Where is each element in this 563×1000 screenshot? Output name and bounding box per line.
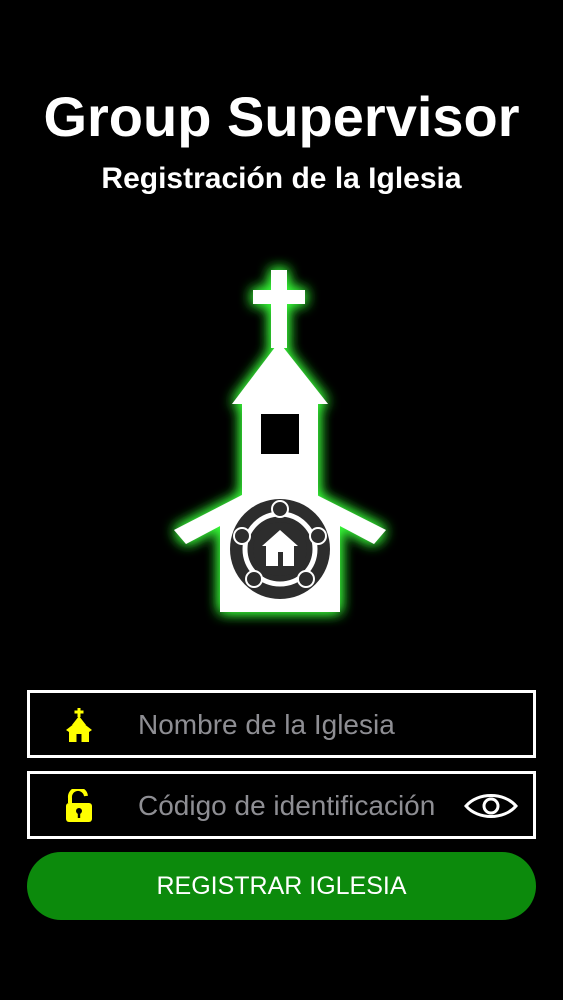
church-name-input[interactable]: [138, 703, 518, 747]
register-church-button[interactable]: REGISTRAR IGLESIA: [27, 852, 536, 920]
church-icon: [64, 708, 94, 742]
app-title: Group Supervisor: [43, 85, 520, 148]
page-subtitle: Registración de la Iglesia: [101, 162, 462, 195]
id-code-input[interactable]: [138, 784, 468, 828]
church-logo-icon: [160, 262, 400, 622]
id-code-field[interactable]: [27, 771, 536, 839]
emblem-icon: [230, 499, 330, 599]
church-name-field[interactable]: [27, 690, 536, 758]
eye-icon[interactable]: [463, 788, 519, 824]
unlock-icon: [64, 789, 94, 823]
